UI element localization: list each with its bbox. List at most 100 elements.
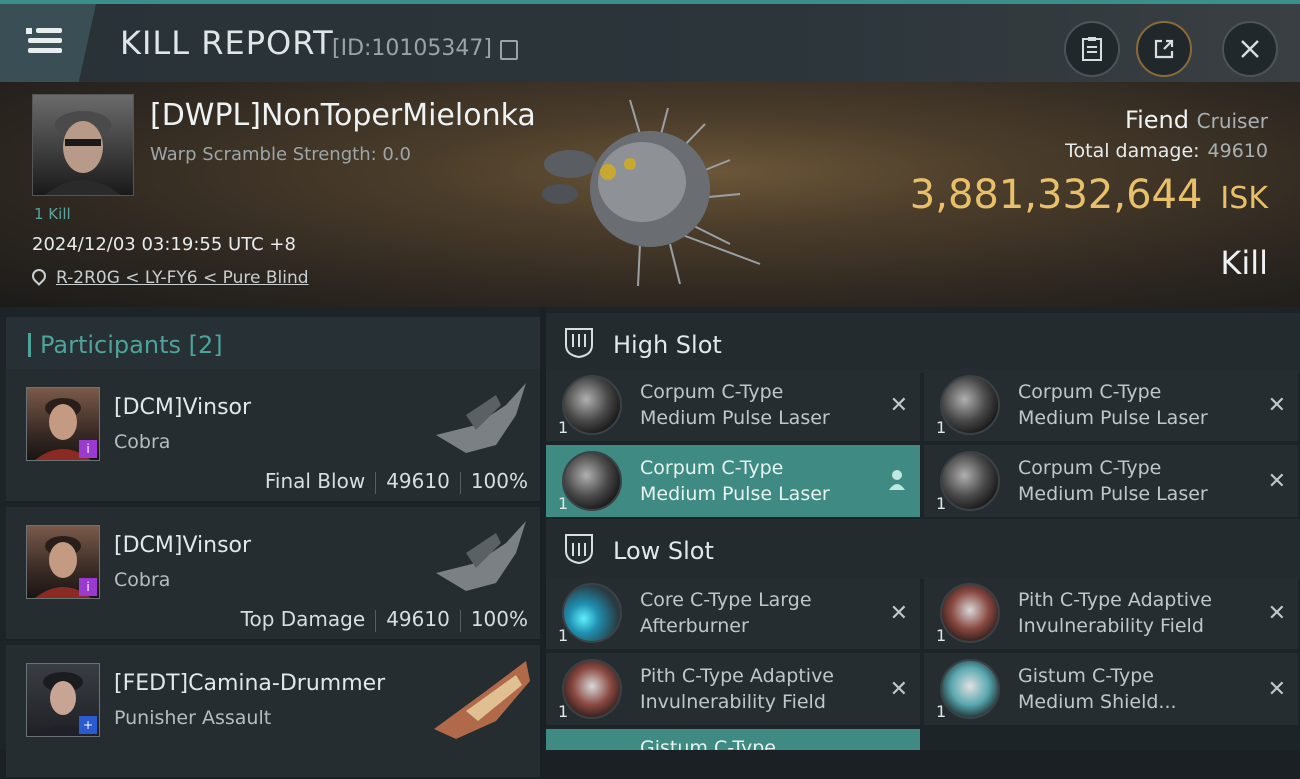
pulse-laser-icon: [562, 451, 622, 511]
participant-ship-image: [436, 521, 526, 591]
participant-name: [DCM]Vinsor: [114, 533, 252, 558]
participant-avatar[interactable]: +: [26, 663, 100, 737]
module-name: Corpum C-Type Medium Pulse Laser: [640, 379, 870, 431]
module-name-line2: Medium Pulse Laser: [1018, 483, 1208, 505]
invulnerability-field-icon: [562, 659, 622, 719]
participant-row[interactable]: + [FEDT]Camina-Drummer Punisher Assault: [6, 645, 540, 779]
module-item-selected[interactable]: 1 Corpum C-Type Medium Pulse Laser: [546, 445, 920, 517]
afterburner-icon: [562, 583, 622, 643]
menu-button[interactable]: [0, 4, 96, 82]
share-button[interactable]: [1136, 21, 1192, 77]
fittings-panel: High Slot 1 Corpum C-Type Medium Pulse La…: [546, 307, 1300, 750]
module-name-line2: Medium Shield...: [1018, 691, 1177, 713]
module-name: Corpum C-Type Medium Pulse Laser: [1018, 379, 1248, 431]
module-item[interactable]: 1 Pith C-Type Adaptive Invulnerability Fi…: [546, 653, 920, 725]
participants-header: Participants [2]: [6, 317, 540, 371]
module-name: Pith C-Type Adaptive Invulnerability Fiel…: [1018, 587, 1248, 639]
victim-portrait[interactable]: [32, 94, 134, 196]
participant-stats: Top Damage 49610 100%: [241, 607, 528, 632]
destroyed-icon: ✕: [889, 393, 908, 418]
total-damage-label: Total damage:: [1065, 140, 1200, 162]
low-slot-label: Low Slot: [613, 537, 714, 565]
clipboard-icon: [1082, 37, 1102, 61]
module-name-line2: Invulnerability Field: [1018, 615, 1204, 637]
participant-percent: 100%: [470, 469, 528, 493]
victim-ship-name: Fiend: [1125, 106, 1189, 134]
pulse-laser-icon: [940, 375, 1000, 435]
module-name-line1: Corpum C-Type: [640, 381, 784, 403]
module-name: Core C-Type Large Afterburner: [640, 587, 870, 639]
total-damage-value: 49610: [1207, 140, 1268, 162]
low-slot-icon: [565, 534, 593, 565]
participant-role: Final Blow: [264, 469, 366, 493]
module-name-line2: Invulnerability Field: [640, 691, 826, 713]
module-name-line1: Corpum C-Type: [1018, 457, 1162, 479]
share-icon: [1154, 39, 1174, 59]
module-quantity: 1: [936, 626, 947, 645]
shield-extender-icon: [940, 659, 1000, 719]
high-slot-label: High Slot: [613, 331, 722, 359]
victim-name[interactable]: [DWPL]NonToperMielonka: [150, 98, 536, 133]
destroyed-icon: ✕: [1267, 393, 1286, 418]
module-name-line2: Medium Pulse Laser: [640, 407, 830, 429]
participants-panel: Participants [2] i [DCM]Vinsor Cobra Fin…: [0, 307, 540, 779]
module-item[interactable]: 1 Pith C-Type Adaptive Invulnerability Fi…: [924, 577, 1298, 649]
participant-row[interactable]: i [DCM]Vinsor Cobra Final Blow 49610 100%: [6, 369, 540, 503]
header-accent: [28, 333, 31, 357]
module-quantity: 1: [558, 626, 569, 645]
pulse-laser-icon: [940, 451, 1000, 511]
location-pin-icon: [29, 266, 49, 286]
participant-ship: Cobra: [114, 431, 171, 453]
participant-avatar[interactable]: i: [26, 525, 100, 599]
rank-badge: i: [79, 440, 97, 458]
module-item[interactable]: 1 Corpum C-Type Medium Pulse Laser ✕: [924, 445, 1298, 517]
kill-id: [ID:10105347]: [332, 36, 492, 61]
pulse-laser-icon: [562, 375, 622, 435]
rank-badge: i: [79, 578, 97, 596]
module-item[interactable]: 1 Corpum C-Type Medium Pulse Laser ✕: [546, 369, 920, 441]
module-item[interactable]: 1 Gistum C-Type Medium Shield... ✕: [924, 653, 1298, 725]
module-item[interactable]: 1 Core C-Type Large Afterburner ✕: [546, 577, 920, 649]
isk-amount: 3,881,332,644: [909, 172, 1203, 218]
victim-ship-class: Cruiser: [1196, 109, 1268, 133]
person-icon: [889, 470, 905, 490]
participant-role: Top Damage: [240, 607, 366, 631]
module-name-line1: Corpum C-Type: [1018, 381, 1162, 403]
pilot-face-icon: [45, 111, 121, 195]
high-slot-icon: [565, 328, 593, 359]
module-name: Corpum C-Type Medium Pulse Laser: [640, 455, 870, 507]
kill-location[interactable]: R-2R0G < LY-FY6 < Pure Blind: [29, 266, 309, 288]
clipboard-button[interactable]: [1064, 21, 1120, 77]
module-quantity: 1: [936, 418, 947, 437]
destroyed-icon: ✕: [1267, 677, 1286, 702]
module-name-line1: Pith C-Type Adaptive: [1018, 589, 1212, 611]
module-item[interactable]: 1 Corpum C-Type Medium Pulse Laser ✕: [924, 369, 1298, 441]
participant-percent: 100%: [470, 607, 528, 631]
victim-ship-image: [542, 99, 761, 287]
rank-badge: +: [79, 716, 97, 734]
module-quantity: 1: [936, 702, 947, 721]
isk-value: 3,881,332,644 ISK: [910, 172, 1268, 218]
participant-stats: Final Blow 49610 100%: [265, 469, 528, 494]
location-path[interactable]: R-2R0G < LY-FY6 < Pure Blind: [56, 268, 309, 288]
module-item-partial[interactable]: Gistum C-Type: [546, 729, 920, 750]
participant-ship: Cobra: [114, 569, 171, 591]
destroyed-icon: ✕: [889, 677, 908, 702]
participant-row[interactable]: i [DCM]Vinsor Cobra Top Damage 49610 100%: [6, 507, 540, 641]
participant-ship: Punisher Assault: [114, 707, 272, 729]
participant-damage: 49610: [386, 469, 450, 493]
module-name: Corpum C-Type Medium Pulse Laser: [1018, 455, 1248, 507]
module-name-line1: Gistum C-Type: [1018, 665, 1154, 687]
close-button[interactable]: [1222, 21, 1278, 77]
copy-icon[interactable]: [500, 40, 518, 60]
module-name-line1: Pith C-Type Adaptive: [640, 665, 834, 687]
total-damage: Total damage: 49610: [1065, 140, 1268, 162]
high-slot-header: High Slot: [546, 313, 1300, 373]
module-name-line2: Afterburner: [640, 615, 749, 637]
victim-ship[interactable]: Fiend Cruiser: [1125, 106, 1268, 134]
module-name-line2: Medium Pulse Laser: [640, 483, 830, 505]
kill-timestamp: 2024/12/03 03:19:55 UTC +8: [32, 234, 296, 255]
module-quantity: 1: [936, 494, 947, 513]
participant-avatar[interactable]: i: [26, 387, 100, 461]
low-slot-header: Low Slot: [546, 519, 1300, 579]
